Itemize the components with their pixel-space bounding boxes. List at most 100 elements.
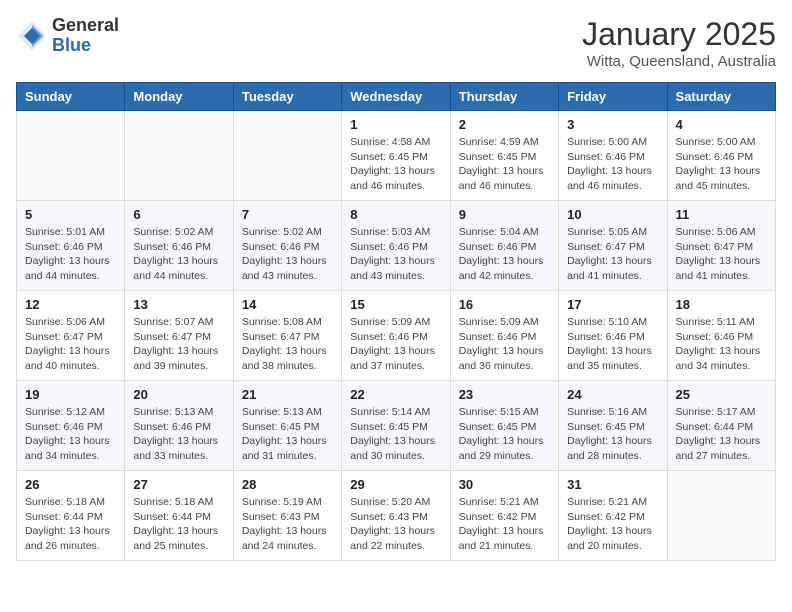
calendar-cell: 29 Sunrise: 5:20 AMSunset: 6:43 PMDayligh… bbox=[342, 471, 450, 561]
calendar-cell: 22Sunrise: 5:14 AMSunset: 6:45 PMDayligh… bbox=[342, 381, 450, 471]
calendar-cell: 19 Sunrise: 5:12 AMSunset: 6:46 PMDayligh… bbox=[17, 381, 125, 471]
calendar-cell: 20 Sunrise: 5:13 AMSunset: 6:46 PMDayligh… bbox=[125, 381, 233, 471]
week-row-1: 1 Sunrise: 4:58 AMSunset: 6:45 PMDaylight… bbox=[17, 111, 776, 201]
day-number: 10 bbox=[567, 207, 658, 222]
calendar-cell: 21 Sunrise: 5:13 AMSunset: 6:45 PMDayligh… bbox=[233, 381, 341, 471]
day-info: Sunrise: 5:07 AMSunset: 6:47 PMDaylight:… bbox=[133, 315, 224, 374]
day-info: Sunrise: 5:19 AMSunset: 6:43 PMDaylight:… bbox=[242, 495, 333, 554]
calendar-header-row: SundayMondayTuesdayWednesdayThursdayFrid… bbox=[17, 83, 776, 111]
calendar-header-tuesday: Tuesday bbox=[233, 83, 341, 111]
day-number: 8 bbox=[350, 207, 441, 222]
day-info: Sunrise: 4:58 AMSunset: 6:45 PMDaylight:… bbox=[350, 135, 441, 194]
day-info: Sunrise: 5:10 AMSunset: 6:46 PMDaylight:… bbox=[567, 315, 658, 374]
day-number: 14 bbox=[242, 297, 333, 312]
calendar-cell: 4 Sunrise: 5:00 AMSunset: 6:46 PMDaylight… bbox=[667, 111, 775, 201]
page-header: General Blue January 2025 Witta, Queensl… bbox=[16, 16, 776, 70]
week-row-5: 26 Sunrise: 5:18 AMSunset: 6:44 PMDayligh… bbox=[17, 471, 776, 561]
day-number: 19 bbox=[25, 387, 116, 402]
day-info: Sunrise: 5:20 AMSunset: 6:43 PMDaylight:… bbox=[350, 495, 441, 554]
day-number: 15 bbox=[350, 297, 441, 312]
day-info: Sunrise: 5:09 AMSunset: 6:46 PMDaylight:… bbox=[459, 315, 550, 374]
day-info: Sunrise: 5:12 AMSunset: 6:46 PMDaylight:… bbox=[25, 405, 116, 464]
calendar-cell bbox=[233, 111, 341, 201]
calendar-cell: 10 Sunrise: 5:05 AMSunset: 6:47 PMDayligh… bbox=[559, 201, 667, 291]
logo: General Blue bbox=[16, 16, 119, 56]
calendar-cell: 14 Sunrise: 5:08 AMSunset: 6:47 PMDayligh… bbox=[233, 291, 341, 381]
day-number: 21 bbox=[242, 387, 333, 402]
day-info: Sunrise: 5:09 AMSunset: 6:46 PMDaylight:… bbox=[350, 315, 441, 374]
logo-text: General Blue bbox=[52, 16, 119, 56]
calendar-cell: 15 Sunrise: 5:09 AMSunset: 6:46 PMDayligh… bbox=[342, 291, 450, 381]
day-info: Sunrise: 5:21 AMSunset: 6:42 PMDaylight:… bbox=[459, 495, 550, 554]
day-info: Sunrise: 5:15 AMSunset: 6:45 PMDaylight:… bbox=[459, 405, 550, 464]
day-info: Sunrise: 5:02 AMSunset: 6:46 PMDaylight:… bbox=[242, 225, 333, 284]
day-info: Sunrise: 5:05 AMSunset: 6:47 PMDaylight:… bbox=[567, 225, 658, 284]
calendar-cell: 18 Sunrise: 5:11 AMSunset: 6:46 PMDayligh… bbox=[667, 291, 775, 381]
calendar-cell: 30Sunrise: 5:21 AMSunset: 6:42 PMDayligh… bbox=[450, 471, 558, 561]
calendar-cell bbox=[125, 111, 233, 201]
day-number: 6 bbox=[133, 207, 224, 222]
calendar-cell: 27 Sunrise: 5:18 AMSunset: 6:44 PMDayligh… bbox=[125, 471, 233, 561]
day-number: 17 bbox=[567, 297, 658, 312]
week-row-4: 19 Sunrise: 5:12 AMSunset: 6:46 PMDayligh… bbox=[17, 381, 776, 471]
week-row-3: 12Sunrise: 5:06 AMSunset: 6:47 PMDayligh… bbox=[17, 291, 776, 381]
day-info: Sunrise: 5:18 AMSunset: 6:44 PMDaylight:… bbox=[25, 495, 116, 554]
day-number: 24 bbox=[567, 387, 658, 402]
day-number: 16 bbox=[459, 297, 550, 312]
calendar-cell: 9 Sunrise: 5:04 AMSunset: 6:46 PMDaylight… bbox=[450, 201, 558, 291]
day-number: 22 bbox=[350, 387, 441, 402]
title-block: January 2025 Witta, Queensland, Australi… bbox=[582, 16, 776, 70]
calendar-cell: 31Sunrise: 5:21 AMSunset: 6:42 PMDayligh… bbox=[559, 471, 667, 561]
calendar-header-friday: Friday bbox=[559, 83, 667, 111]
day-info: Sunrise: 5:03 AMSunset: 6:46 PMDaylight:… bbox=[350, 225, 441, 284]
day-info: Sunrise: 5:06 AMSunset: 6:47 PMDaylight:… bbox=[676, 225, 767, 284]
calendar-cell: 24 Sunrise: 5:16 AMSunset: 6:45 PMDayligh… bbox=[559, 381, 667, 471]
day-info: Sunrise: 5:13 AMSunset: 6:45 PMDaylight:… bbox=[242, 405, 333, 464]
calendar-cell bbox=[17, 111, 125, 201]
logo-general: General bbox=[52, 15, 119, 35]
day-info: Sunrise: 5:04 AMSunset: 6:46 PMDaylight:… bbox=[459, 225, 550, 284]
calendar-cell: 25Sunrise: 5:17 AMSunset: 6:44 PMDayligh… bbox=[667, 381, 775, 471]
calendar-cell: 11 Sunrise: 5:06 AMSunset: 6:47 PMDayligh… bbox=[667, 201, 775, 291]
day-number: 9 bbox=[459, 207, 550, 222]
day-number: 27 bbox=[133, 477, 224, 492]
calendar-header-sunday: Sunday bbox=[17, 83, 125, 111]
day-info: Sunrise: 5:11 AMSunset: 6:46 PMDaylight:… bbox=[676, 315, 767, 374]
calendar-cell: 17 Sunrise: 5:10 AMSunset: 6:46 PMDayligh… bbox=[559, 291, 667, 381]
day-number: 3 bbox=[567, 117, 658, 132]
day-number: 26 bbox=[25, 477, 116, 492]
day-number: 2 bbox=[459, 117, 550, 132]
month-title: January 2025 bbox=[582, 16, 776, 53]
day-number: 29 bbox=[350, 477, 441, 492]
calendar-cell: 16 Sunrise: 5:09 AMSunset: 6:46 PMDayligh… bbox=[450, 291, 558, 381]
day-number: 1 bbox=[350, 117, 441, 132]
logo-blue: Blue bbox=[52, 35, 91, 55]
calendar-cell: 8 Sunrise: 5:03 AMSunset: 6:46 PMDaylight… bbox=[342, 201, 450, 291]
calendar-header-thursday: Thursday bbox=[450, 83, 558, 111]
day-info: Sunrise: 5:08 AMSunset: 6:47 PMDaylight:… bbox=[242, 315, 333, 374]
day-number: 12 bbox=[25, 297, 116, 312]
calendar-table: SundayMondayTuesdayWednesdayThursdayFrid… bbox=[16, 82, 776, 561]
calendar-cell: 3 Sunrise: 5:00 AMSunset: 6:46 PMDaylight… bbox=[559, 111, 667, 201]
calendar-header-monday: Monday bbox=[125, 83, 233, 111]
day-info: Sunrise: 5:13 AMSunset: 6:46 PMDaylight:… bbox=[133, 405, 224, 464]
day-info: Sunrise: 5:18 AMSunset: 6:44 PMDaylight:… bbox=[133, 495, 224, 554]
day-info: Sunrise: 4:59 AMSunset: 6:45 PMDaylight:… bbox=[459, 135, 550, 194]
calendar-cell bbox=[667, 471, 775, 561]
calendar-cell: 23Sunrise: 5:15 AMSunset: 6:45 PMDayligh… bbox=[450, 381, 558, 471]
day-info: Sunrise: 5:00 AMSunset: 6:46 PMDaylight:… bbox=[676, 135, 767, 194]
calendar-cell: 7Sunrise: 5:02 AMSunset: 6:46 PMDaylight… bbox=[233, 201, 341, 291]
location-title: Witta, Queensland, Australia bbox=[582, 53, 776, 70]
logo-icon bbox=[16, 20, 48, 52]
day-number: 5 bbox=[25, 207, 116, 222]
calendar-cell: 28Sunrise: 5:19 AMSunset: 6:43 PMDayligh… bbox=[233, 471, 341, 561]
calendar-header-wednesday: Wednesday bbox=[342, 83, 450, 111]
day-number: 4 bbox=[676, 117, 767, 132]
calendar-cell: 26 Sunrise: 5:18 AMSunset: 6:44 PMDayligh… bbox=[17, 471, 125, 561]
day-number: 18 bbox=[676, 297, 767, 312]
day-number: 20 bbox=[133, 387, 224, 402]
day-info: Sunrise: 5:00 AMSunset: 6:46 PMDaylight:… bbox=[567, 135, 658, 194]
day-info: Sunrise: 5:16 AMSunset: 6:45 PMDaylight:… bbox=[567, 405, 658, 464]
day-number: 11 bbox=[676, 207, 767, 222]
calendar-cell: 5Sunrise: 5:01 AMSunset: 6:46 PMDaylight… bbox=[17, 201, 125, 291]
